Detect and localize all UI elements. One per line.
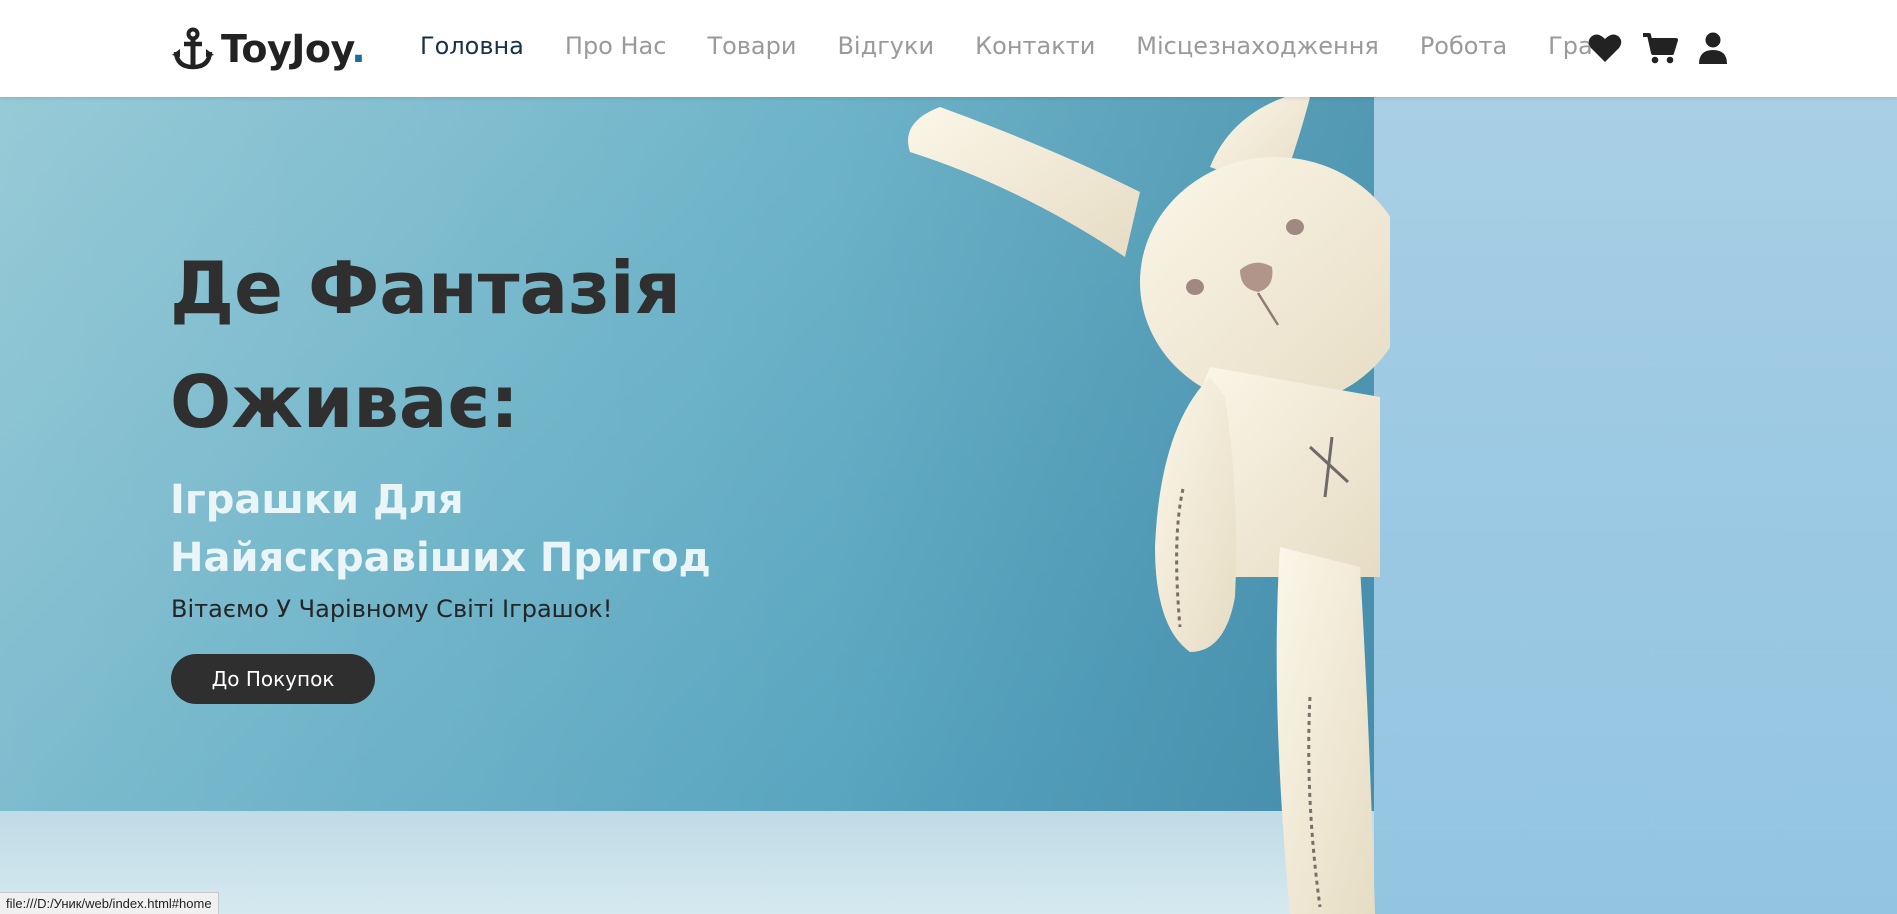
- header-icons: [1588, 32, 1748, 64]
- browser-status-bar: file:///D:/Уник/web/index.html#home: [0, 892, 219, 914]
- heart-icon[interactable]: [1588, 33, 1622, 63]
- hero-banner: Де Фантазія Оживає: Іграшки Для Найяскра…: [0, 97, 1897, 914]
- logo[interactable]: ToyJoy.: [171, 26, 366, 72]
- bunny-toy-image: [908, 97, 1390, 914]
- nav-link-home[interactable]: Головна: [420, 32, 524, 60]
- nav-link-reviews[interactable]: Відгуки: [837, 32, 934, 60]
- logo-text: ToyJoy.: [221, 27, 366, 71]
- anchor-icon: [172, 27, 214, 70]
- nav-link-location[interactable]: Місцезнаходження: [1136, 32, 1379, 60]
- nav-link-jobs[interactable]: Робота: [1420, 32, 1507, 60]
- cart-icon[interactable]: [1642, 32, 1678, 64]
- site-header: ToyJoy. Головна Про Нас Товари Відгуки К…: [0, 0, 1897, 97]
- main-nav: Головна Про Нас Товари Відгуки Контакти …: [420, 32, 1634, 60]
- nav-link-products[interactable]: Товари: [707, 32, 796, 60]
- hero-title: Де Фантазія Оживає:: [170, 246, 681, 444]
- shop-now-button[interactable]: До Покупок: [171, 654, 375, 704]
- nav-link-contacts[interactable]: Контакти: [975, 32, 1095, 60]
- user-icon[interactable]: [1698, 32, 1728, 64]
- nav-link-game[interactable]: Гра: [1548, 32, 1593, 60]
- hero-subtitle: Іграшки Для Найяскравіших Пригод: [170, 477, 711, 581]
- logo-dot: .: [351, 27, 366, 71]
- hero-welcome-text: Вітаємо У Чарівному Світі Іграшок!: [171, 595, 613, 623]
- nav-link-about[interactable]: Про Нас: [565, 32, 667, 60]
- hero-background-wall: [1374, 97, 1897, 914]
